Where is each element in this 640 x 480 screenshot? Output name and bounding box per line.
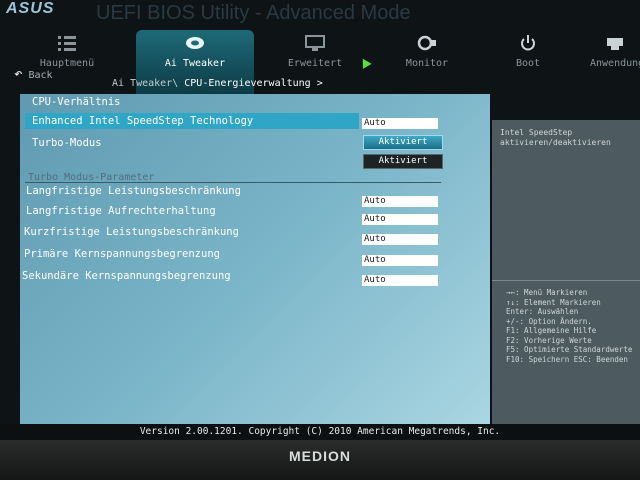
tab-label: Anwendung [590,58,640,69]
short-term-power-limit-field[interactable]: Auto [362,234,438,245]
tool-icon [607,38,623,50]
key-hint: ↑↓: Element Markieren [506,297,601,307]
long-term-power-limit-field[interactable]: Auto [362,196,438,207]
tab-monitor[interactable]: Monitor [392,30,462,96]
secondary-core-voltage-limit-field[interactable]: Auto [362,275,438,286]
tab-anwendung[interactable]: Anwendung [590,30,640,96]
bios-screen: ASUS UEFI BIOS Utility - Advanced Mode H… [0,0,640,440]
tab-label: Ai Tweaker [164,58,226,69]
turbo-option-aktiviert-selected[interactable]: Aktiviert [363,135,443,150]
breadcrumb-parent[interactable]: Ai Tweaker\ [112,78,178,89]
breadcrumb: Ai Tweaker\ CPU-Energieverwaltung > [112,78,323,89]
primary-core-voltage-limit-field[interactable]: Auto [362,255,438,266]
speedstep-label[interactable]: Enhanced Intel SpeedStep Technology [32,115,253,127]
key-hint: F2: Vorherige Werte [506,335,592,345]
turbo-option-aktiviert[interactable]: Aktiviert [363,154,443,169]
secondary-core-voltage-limit-label[interactable]: Sekundäre Kernspannungsbegrenzung [22,270,231,282]
key-hint: +/-: Option Ändern. [506,316,592,326]
long-term-duration-field[interactable]: Auto [362,214,438,225]
window-title: UEFI BIOS Utility - Advanced Mode [96,2,411,24]
key-legend: →←: Menü Markieren ↑↓: Element Markieren… [506,288,632,364]
tab-label: Erweitert [287,58,343,69]
mouse-cursor-icon [358,56,372,69]
breadcrumb-current: CPU-Energieverwaltung > [184,78,323,89]
section-divider [25,182,441,183]
medion-logo: MEDION [289,448,351,464]
key-hint: F10: Speichern ESC: Beenden [506,354,628,364]
tab-label: Boot [515,58,541,69]
cpu-ratio-heading[interactable]: CPU-Verhältnis [32,96,121,108]
tweaker-icon [186,37,204,49]
copyright-footer: Version 2.00.1201. Copyright (C) 2010 Am… [0,424,640,440]
key-hint: →←: Menü Markieren [506,288,588,297]
help-description: Intel SpeedStep aktivieren/deaktivieren [500,128,611,148]
key-hint: Enter: Auswählen [506,307,579,316]
speedstep-value-field[interactable]: Auto [362,118,438,129]
back-label: Back [28,70,53,81]
key-hint: F1: Allgemeine Hilfe [506,326,597,335]
tab-label: Monitor [405,58,449,69]
help-line-1: Intel SpeedStep [500,128,573,137]
tab-hauptmenu[interactable]: Hauptmenü [22,30,112,96]
menu-icon [58,36,76,51]
sidebar-divider [492,280,640,281]
turbo-mode-label[interactable]: Turbo-Modus [32,137,102,149]
power-icon [521,35,535,51]
tab-boot[interactable]: Boot [496,30,560,96]
long-term-duration-label[interactable]: Langfristige Aufrechterhaltung [26,205,216,217]
advanced-icon [305,35,325,51]
back-button[interactable]: ↶ Back [14,66,53,82]
short-term-power-limit-label[interactable]: Kurzfristige Leistungsbeschränkung [24,226,239,238]
long-term-power-limit-label[interactable]: Langfristige Leistungsbeschränkung [26,185,241,197]
back-arrow-icon: ↶ [14,66,23,82]
monitor-icon [417,35,436,51]
asus-logo: ASUS [6,0,55,17]
key-hint: F5: Optimierte Standardwerte [506,345,633,354]
primary-core-voltage-limit-label[interactable]: Primäre Kernspannungsbegrenzung [24,248,220,260]
help-sidebar [492,120,640,425]
help-line-2: aktivieren/deaktivieren [500,138,611,147]
